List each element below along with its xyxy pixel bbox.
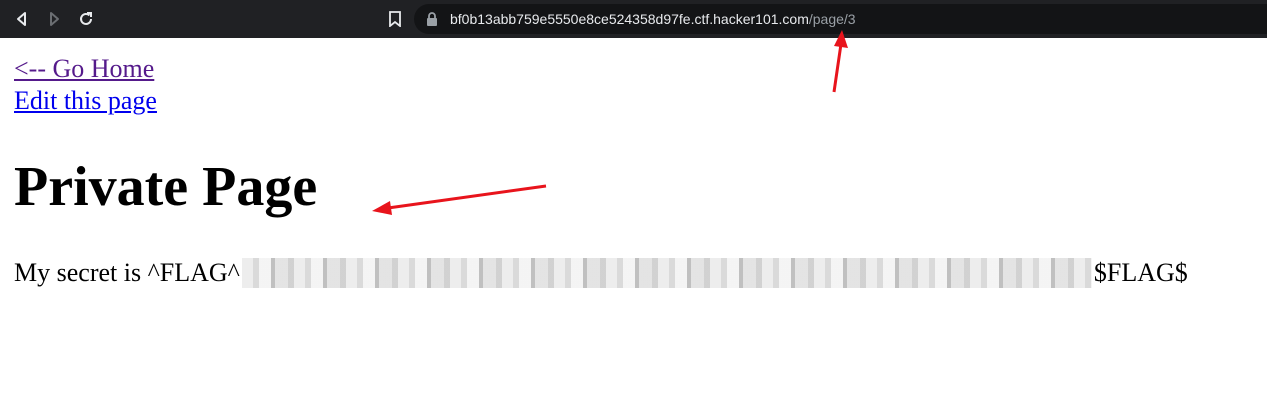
bookmark-button[interactable] [383, 7, 407, 31]
url-host: bf0b13abb759e5550e8ce524358d97fe.ctf.hac… [450, 11, 809, 27]
reload-button[interactable] [74, 7, 98, 31]
lock-icon [426, 11, 440, 27]
secret-prefix: My secret is ^FLAG^ [14, 258, 240, 287]
go-home-link[interactable]: <-- Go Home [14, 53, 154, 85]
forward-icon [50, 12, 59, 26]
url-path: /page/3 [808, 11, 856, 27]
page-links: <-- Go Home Edit this page [14, 53, 1267, 117]
secret-text: My secret is ^FLAG^ $FLAG$ [14, 256, 1188, 290]
back-button[interactable] [10, 7, 34, 31]
edit-page-link[interactable]: Edit this page [14, 85, 157, 117]
forward-button[interactable] [42, 7, 66, 31]
back-icon [17, 12, 26, 26]
redacted-flag [241, 258, 1092, 288]
browser-toolbar: bf0b13abb759e5550e8ce524358d97fe.ctf.hac… [0, 0, 1267, 38]
secret-suffix: $FLAG$ [1093, 258, 1188, 287]
bookmark-icon [389, 11, 401, 27]
reload-icon [80, 12, 92, 25]
address-bar[interactable]: bf0b13abb759e5550e8ce524358d97fe.ctf.hac… [414, 4, 1267, 34]
page-title: Private Page [14, 156, 318, 218]
arrow-to-title [372, 184, 547, 215]
